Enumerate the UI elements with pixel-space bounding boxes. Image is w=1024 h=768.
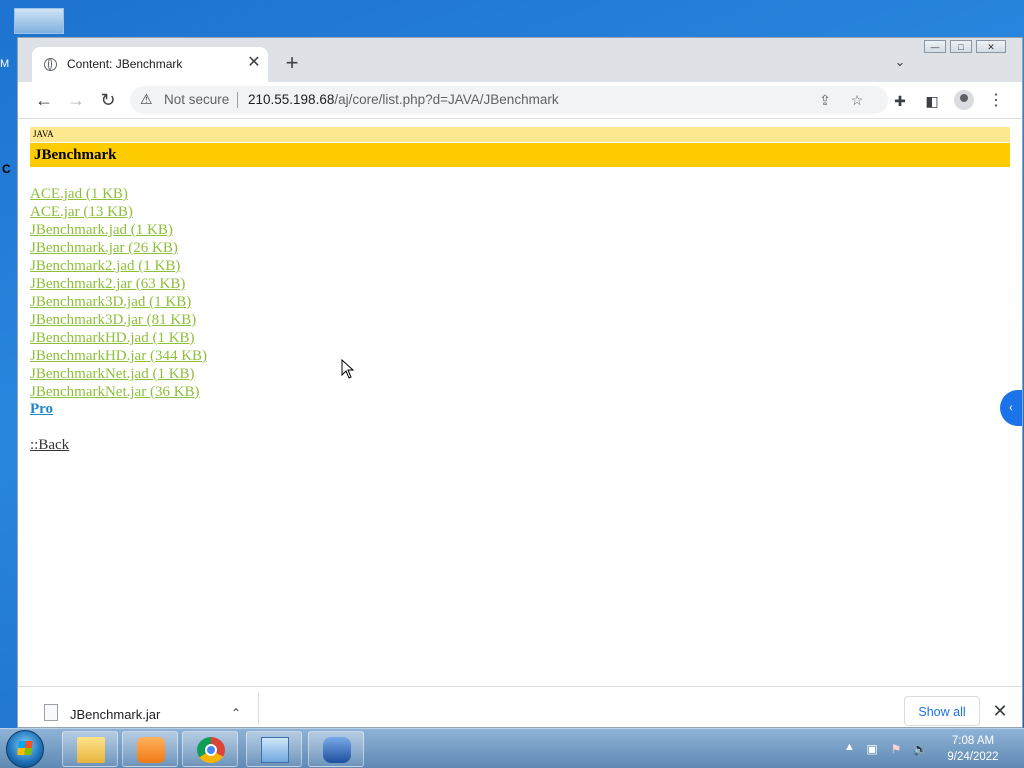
- list-item: JBenchmarkHD.jad (1 KB): [30, 329, 207, 347]
- taskbar-chrome[interactable]: [182, 731, 238, 767]
- file-link[interactable]: JBenchmark.jar (26 KB): [30, 240, 178, 256]
- file-link[interactable]: ACE.jar (13 KB): [30, 204, 133, 220]
- browser-toolbar: ← → ↻ ⚠ Not secure 210.55.198.68/aj/core…: [18, 82, 1022, 119]
- profile-avatar[interactable]: [954, 90, 974, 110]
- reload-button[interactable]: ↻: [95, 87, 121, 113]
- menu-icon[interactable]: ⋮: [986, 91, 1006, 111]
- tab-content-jbenchmark[interactable]: Content: JBenchmark ✕: [32, 47, 268, 82]
- close-download-bar-icon[interactable]: ✕: [990, 701, 1010, 721]
- download-separator: [258, 693, 259, 725]
- file-list: ACE.jad (1 KB) ACE.jar (13 KB) JBenchmar…: [30, 185, 207, 401]
- page-content: JAVA JBenchmark ACE.jad (1 KB) ACE.jar (…: [18, 119, 1022, 686]
- taskbar-media-player[interactable]: [122, 731, 178, 767]
- volume-icon[interactable]: 🔈: [912, 741, 928, 757]
- tab-close-icon[interactable]: ✕: [244, 53, 264, 73]
- address-separator: [237, 92, 238, 108]
- download-bar: JBenchmark.jar ⌃ Show all ✕: [18, 686, 1022, 727]
- extensions-icon[interactable]: ✚: [890, 91, 910, 111]
- close-window-button[interactable]: ✕: [976, 40, 1006, 53]
- network-icon[interactable]: ▣: [864, 741, 880, 757]
- share-icon[interactable]: ⇪: [816, 91, 834, 109]
- tab-search-icon[interactable]: ⌄: [890, 54, 910, 74]
- chrome-icon: [197, 737, 225, 763]
- globe-icon: [44, 58, 57, 71]
- maximize-button[interactable]: □: [950, 40, 972, 53]
- taskbar-file-explorer[interactable]: [62, 731, 118, 767]
- show-all-button[interactable]: Show all: [904, 696, 980, 726]
- list-item: JBenchmark.jad (1 KB): [30, 221, 207, 239]
- list-item: JBenchmarkHD.jar (344 KB): [30, 347, 207, 365]
- device-icon: [323, 737, 351, 763]
- list-item: JBenchmark.jar (26 KB): [30, 239, 207, 257]
- pro-link[interactable]: Pro: [30, 401, 53, 418]
- file-link[interactable]: JBenchmark3D.jar (81 KB): [30, 312, 196, 328]
- action-center-icon[interactable]: ⚑: [888, 741, 904, 757]
- back-button[interactable]: ←: [31, 87, 57, 113]
- desktop-icon[interactable]: [14, 8, 64, 34]
- file-link[interactable]: ACE.jad (1 KB): [30, 186, 128, 202]
- forward-button[interactable]: →: [63, 87, 89, 113]
- file-link[interactable]: JBenchmark2.jad (1 KB): [30, 258, 180, 274]
- mouse-cursor-icon: [341, 359, 355, 379]
- list-item: ACE.jad (1 KB): [30, 185, 207, 203]
- back-link[interactable]: ::Back: [30, 437, 69, 454]
- browser-window: Content: JBenchmark ✕ + ⌄ — □ ✕ ← → ↻ ⚠ …: [17, 37, 1023, 728]
- url-text[interactable]: 210.55.198.68/aj/core/list.php?d=JAVA/JB…: [248, 92, 559, 107]
- warning-icon[interactable]: ⚠: [140, 91, 156, 107]
- side-panel-toggle-icon[interactable]: ‹: [1000, 390, 1022, 426]
- start-button[interactable]: [6, 730, 44, 768]
- page-title: JBenchmark: [30, 143, 1010, 167]
- folder-icon: [77, 737, 105, 763]
- clock-date: 9/24/2022: [947, 751, 999, 763]
- minimize-button[interactable]: —: [924, 40, 946, 53]
- list-item: JBenchmark3D.jad (1 KB): [30, 293, 207, 311]
- file-icon: [44, 704, 58, 721]
- media-player-icon: [137, 737, 165, 763]
- taskbar: ▲ ▣ ⚑ 🔈 7:08 AM 9/24/2022: [0, 728, 1024, 768]
- desktop-edge-text: M: [0, 58, 10, 70]
- side-panel-icon[interactable]: ◧: [922, 91, 942, 111]
- taskbar-device-app[interactable]: [308, 731, 364, 767]
- control-panel-icon: [261, 737, 289, 763]
- list-item: ACE.jar (13 KB): [30, 203, 207, 221]
- list-item: JBenchmark3D.jar (81 KB): [30, 311, 207, 329]
- list-item: JBenchmarkNet.jar (36 KB): [30, 383, 207, 401]
- system-clock[interactable]: 7:08 AM 9/24/2022: [936, 733, 1010, 765]
- file-link[interactable]: JBenchmark3D.jad (1 KB): [30, 294, 191, 310]
- security-status[interactable]: Not secure: [164, 92, 229, 107]
- address-bar[interactable]: ⚠ Not secure 210.55.198.68/aj/core/list.…: [130, 86, 888, 114]
- new-tab-button[interactable]: +: [280, 52, 304, 76]
- bookmark-star-icon[interactable]: ☆: [848, 91, 866, 109]
- file-link[interactable]: JBenchmarkNet.jad (1 KB): [30, 366, 195, 382]
- download-file-name[interactable]: JBenchmark.jar: [70, 707, 160, 722]
- show-hidden-icons-button[interactable]: ▲: [844, 741, 855, 753]
- file-link[interactable]: JBenchmarkHD.jar (344 KB): [30, 348, 207, 364]
- list-item: JBenchmark2.jad (1 KB): [30, 257, 207, 275]
- list-item: JBenchmarkNet.jad (1 KB): [30, 365, 207, 383]
- file-link[interactable]: JBenchmarkNet.jar (36 KB): [30, 384, 200, 400]
- list-item: JBenchmark2.jar (63 KB): [30, 275, 207, 293]
- tab-title: Content: JBenchmark: [67, 57, 183, 71]
- clock-time: 7:08 AM: [951, 735, 995, 747]
- url-path: /aj/core/list.php?d=JAVA/JBenchmark: [334, 92, 559, 107]
- file-link[interactable]: JBenchmarkHD.jad (1 KB): [30, 330, 195, 346]
- file-link[interactable]: JBenchmark2.jar (63 KB): [30, 276, 185, 292]
- url-host: 210.55.198.68: [248, 92, 335, 107]
- chevron-up-icon[interactable]: ⌃: [226, 703, 246, 723]
- category-header: JAVA: [30, 127, 1010, 142]
- taskbar-control-panel[interactable]: [246, 731, 302, 767]
- desktop-edge-text-2: C: [2, 162, 11, 176]
- tab-strip: Content: JBenchmark ✕ + ⌄ — □ ✕: [18, 38, 1022, 82]
- file-link[interactable]: JBenchmark.jad (1 KB): [30, 222, 173, 238]
